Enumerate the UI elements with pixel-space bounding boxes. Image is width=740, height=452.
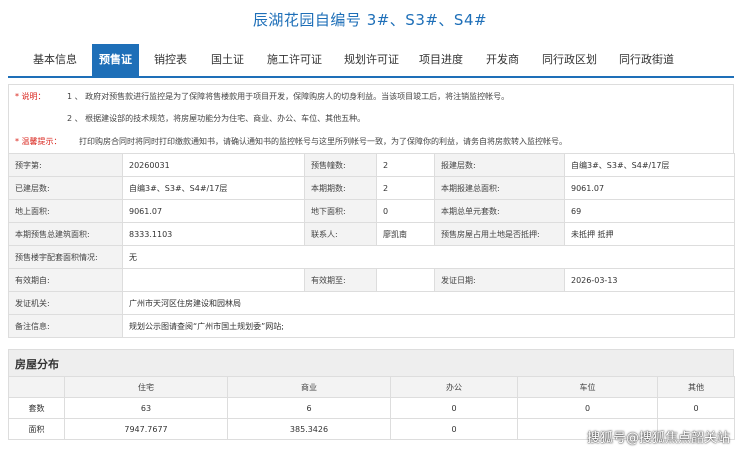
supporting-area: 无 xyxy=(122,245,735,269)
field-label: 备注信息: xyxy=(8,314,123,338)
valid-from xyxy=(122,268,305,292)
table-cell: 0 xyxy=(657,397,735,419)
report-floors: 自编3#、S3#、S4#/17层 xyxy=(564,153,735,177)
table-cell: 0 xyxy=(390,397,518,419)
tab-project-progress[interactable]: 项目进度 xyxy=(419,51,463,67)
field-label: 预售房屋占用土地是否抵押: xyxy=(434,222,565,246)
underground-area: 0 xyxy=(376,199,435,223)
remark-text: 规划公示图请查阅“广州市国土规划委”网站; xyxy=(122,314,735,338)
contact-person: 廖凯南 xyxy=(376,222,435,246)
presale-buildings: 2 xyxy=(376,153,435,177)
table-cell: 0 xyxy=(517,397,658,419)
land-mortgage-status: 未抵押 抵押 xyxy=(564,222,735,246)
warm-tip-text: 打印购房合同时将同时打印缴款通知书，请确认通知书的监控帐号与这里所列帐号一致，为… xyxy=(79,137,567,146)
field-label: 本期期数: xyxy=(304,176,377,200)
phase-number: 2 xyxy=(376,176,435,200)
field-label: 发证日期: xyxy=(434,268,565,292)
above-ground-area: 9061.07 xyxy=(122,199,305,223)
total-units: 69 xyxy=(564,199,735,223)
table-cell: 0 xyxy=(390,418,518,440)
presale-number: 20260031 xyxy=(122,153,305,177)
table-row: 套数 63 6 0 0 0 xyxy=(8,397,735,419)
notice-box: * 说明： 1 、 政府对预售款进行监控是为了保障将售楼款用于项目开发，保障购房… xyxy=(8,84,734,154)
tab-basic-info[interactable]: 基本信息 xyxy=(33,51,77,67)
tab-sales-control[interactable]: 销控表 xyxy=(154,51,187,67)
tab-same-street[interactable]: 同行政街道 xyxy=(619,51,674,67)
presale-info-table: 预字第: 20260031 预售幢数: 2 报建层数: 自编3#、S3#、S4#… xyxy=(8,153,735,338)
tab-construction-permit[interactable]: 施工许可证 xyxy=(267,51,322,67)
table-cell: 63 xyxy=(64,397,228,419)
tab-bar: 基本信息 预售证 销控表 国土证 施工许可证 规划许可证 项目进度 开发商 同行… xyxy=(8,44,734,78)
watermark: 搜狐号@搜狐焦点韶关站 xyxy=(586,431,730,446)
field-label: 预售幢数: xyxy=(304,153,377,177)
presale-total-area: 8333.1103 xyxy=(122,222,305,246)
column-header: 商业 xyxy=(227,376,391,398)
column-header: 办公 xyxy=(390,376,518,398)
explain-item-1: 1 、 政府对预售款进行监控是为了保障将售楼款用于项目开发，保障购房人的切身利益… xyxy=(67,92,510,101)
tab-same-district[interactable]: 同行政区划 xyxy=(542,51,597,67)
table-cell: 385.3426 xyxy=(227,418,391,440)
tab-land-certificate[interactable]: 国土证 xyxy=(211,51,244,67)
field-label: 本期预售总建筑面积: xyxy=(8,222,123,246)
distribution-section-header: 房屋分布 xyxy=(8,349,734,377)
section-title: 房屋分布 xyxy=(15,358,59,371)
valid-to xyxy=(376,268,435,292)
row-label: 面积 xyxy=(8,418,65,440)
row-label: 套数 xyxy=(8,397,65,419)
page-title: 辰湖花园自编号 3#、S3#、S4# xyxy=(252,11,488,29)
warm-tip-label: * 温馨提示： xyxy=(15,137,62,146)
column-header: 其他 xyxy=(657,376,735,398)
field-label: 本期报建总面积: xyxy=(434,176,565,200)
field-label: 有效期至: xyxy=(304,268,377,292)
field-label: 预字第: xyxy=(8,153,123,177)
table-cell: 6 xyxy=(227,397,391,419)
tab-presale-permit[interactable]: 预售证 xyxy=(92,44,139,76)
explain-label: * 说明： xyxy=(15,92,46,101)
column-header: 住宅 xyxy=(64,376,228,398)
report-total-area: 9061.07 xyxy=(564,176,735,200)
issue-date: 2026-03-13 xyxy=(564,268,735,292)
tab-planning-permit[interactable]: 规划许可证 xyxy=(344,51,399,67)
field-label: 预售楼宇配套面积情况: xyxy=(8,245,123,269)
issuing-authority: 广州市天河区住房建设和园林局 xyxy=(122,291,735,315)
tab-developer[interactable]: 开发商 xyxy=(486,51,519,67)
field-label: 已建层数: xyxy=(8,176,123,200)
field-label: 报建层数: xyxy=(434,153,565,177)
table-cell: 7947.7677 xyxy=(64,418,228,440)
column-header: 车位 xyxy=(517,376,658,398)
column-header-blank xyxy=(8,376,65,398)
field-label: 地上面积: xyxy=(8,199,123,223)
field-label: 联系人: xyxy=(304,222,377,246)
field-label: 地下面积: xyxy=(304,199,377,223)
field-label: 本期总单元套数: xyxy=(434,199,565,223)
built-floors: 自编3#、S3#、S4#/17层 xyxy=(122,176,305,200)
field-label: 发证机关: xyxy=(8,291,123,315)
explain-item-2: 2 、 根据建设部的技术规范，将房屋功能分为住宅、商业、办公、车位、其他五种。 xyxy=(67,114,366,123)
field-label: 有效期自: xyxy=(8,268,123,292)
